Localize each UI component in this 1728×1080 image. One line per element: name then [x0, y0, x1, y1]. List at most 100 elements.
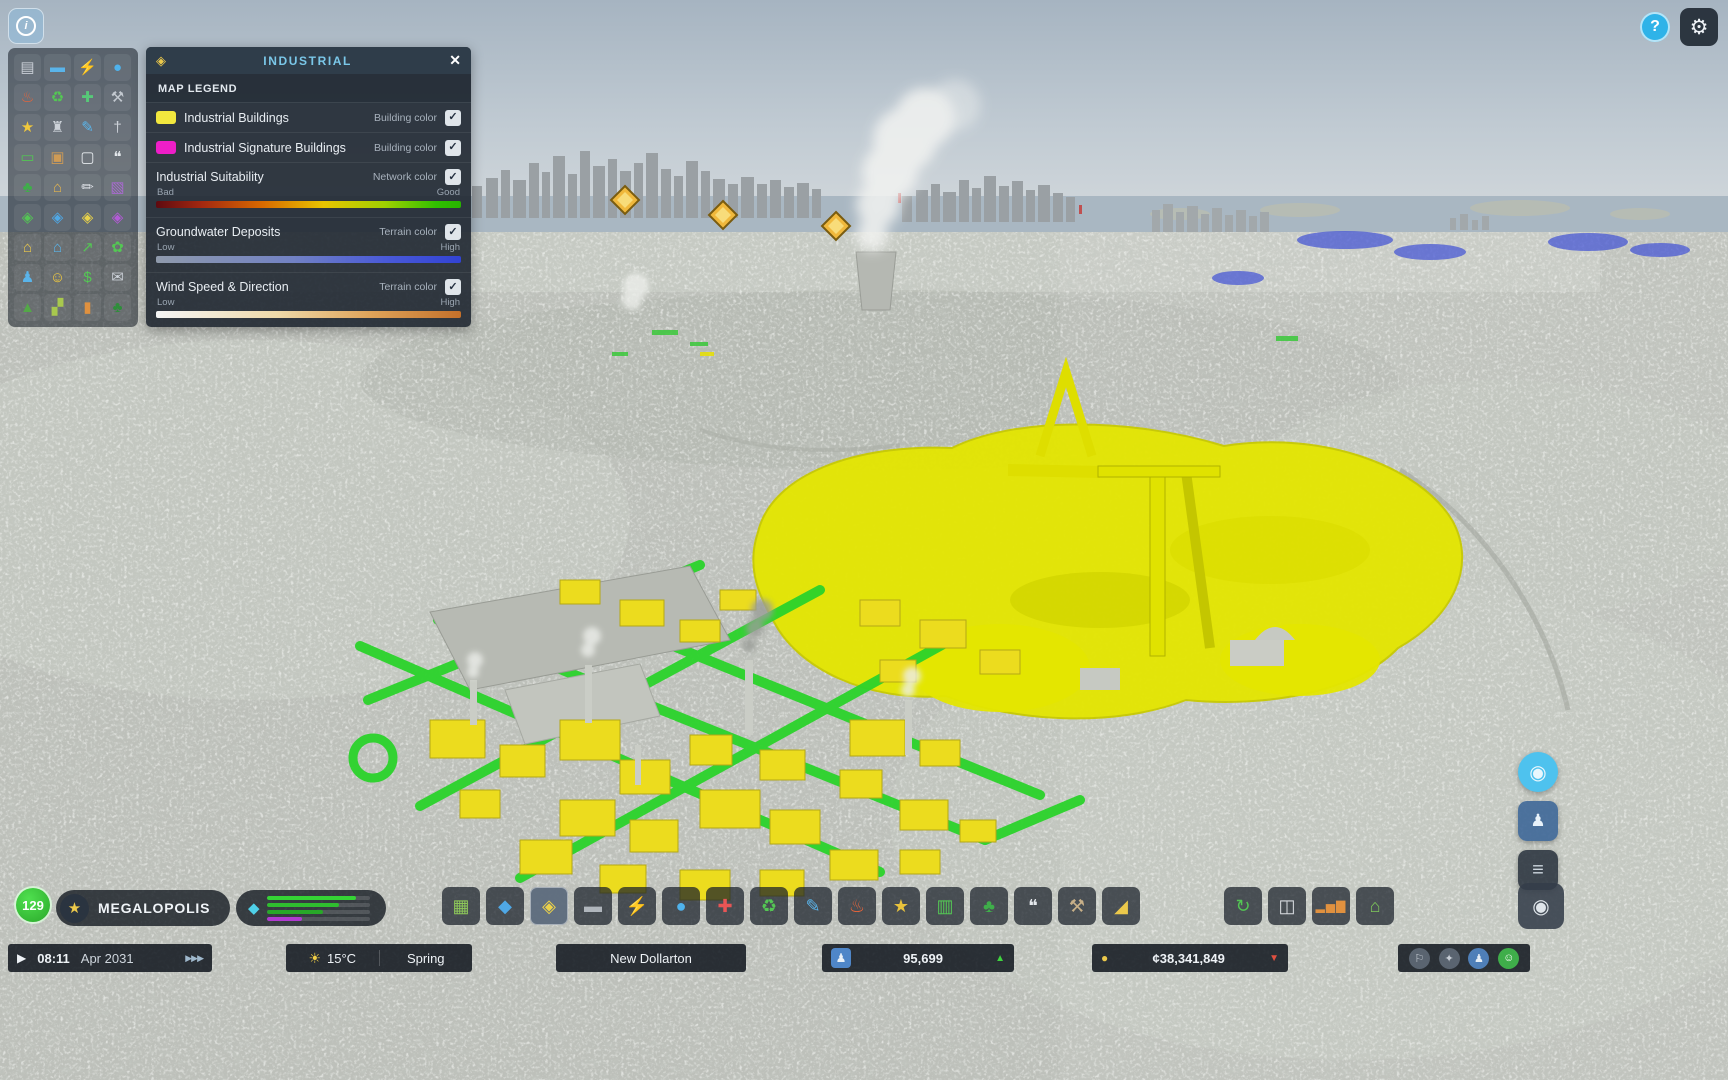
- infoview-rent[interactable]: ⌂: [44, 234, 71, 261]
- map-globe-button[interactable]: ◉: [1518, 752, 1558, 792]
- gradient-bar: [156, 201, 461, 208]
- infoview-electricity[interactable]: ⚡: [74, 54, 101, 81]
- info-button[interactable]: i: [8, 8, 44, 44]
- infoview-planning[interactable]: ✏: [74, 174, 101, 201]
- legend-checkbox[interactable]: ✓: [445, 110, 461, 126]
- panel-title: INDUSTRIAL: [166, 54, 449, 68]
- level-badge[interactable]: 129: [14, 886, 52, 924]
- infoview-heating[interactable]: ♨: [14, 84, 41, 111]
- legend-item-label: Wind Speed & Direction: [156, 280, 371, 294]
- legend-checkbox[interactable]: ✓: [445, 140, 461, 156]
- legend-checkbox[interactable]: ✓: [445, 169, 461, 185]
- progress-bars: [267, 896, 386, 921]
- speed-button[interactable]: ▶▶▶: [185, 953, 203, 964]
- infoview-forestry[interactable]: ♣: [14, 174, 41, 201]
- economy-button[interactable]: ↻: [1224, 887, 1262, 925]
- happiness-button[interactable]: ☺: [1498, 948, 1519, 969]
- infoview-residential-zones[interactable]: ◈: [14, 204, 41, 231]
- zones-tool[interactable]: ▦: [442, 887, 480, 925]
- city-info-button[interactable]: ⌂: [1356, 887, 1394, 925]
- infoview-water[interactable]: ●: [104, 54, 131, 81]
- population-segment[interactable]: ♟ 95,699 ▲: [822, 944, 1014, 972]
- infoview-forest[interactable]: ♣: [104, 294, 131, 321]
- infoview-economy[interactable]: ↗: [74, 234, 101, 261]
- transit-status-button[interactable]: ♟: [1468, 948, 1489, 969]
- notification-button-1[interactable]: ⚐: [1409, 948, 1430, 969]
- bulldozer-tool[interactable]: ◢: [1102, 887, 1140, 925]
- garbage-tool[interactable]: ♻: [750, 887, 788, 925]
- infoview-farmland[interactable]: ▞: [44, 294, 71, 321]
- trophy-icon: ★: [60, 894, 89, 923]
- scale-high-label: Good: [437, 187, 460, 198]
- statistics-button[interactable]: ▂▅▇: [1312, 887, 1350, 925]
- infoview-healthcare[interactable]: ✚: [74, 84, 101, 111]
- tool-icon: ✎: [805, 897, 820, 915]
- settings-button[interactable]: ⚙: [1680, 8, 1718, 46]
- water-sewage-tool[interactable]: ●: [662, 887, 700, 925]
- electricity-tool[interactable]: ⚡: [618, 887, 656, 925]
- infoview-office-zones[interactable]: ◈: [104, 204, 131, 231]
- infoview-market[interactable]: ⌂: [44, 174, 71, 201]
- infoview-post[interactable]: ▢: [74, 144, 101, 171]
- progress-bar: [267, 910, 370, 914]
- infoview-administration[interactable]: ♜: [44, 114, 71, 141]
- close-button[interactable]: ✕: [449, 52, 461, 69]
- level-number: 129: [22, 898, 44, 913]
- healthcare-tool[interactable]: ✚: [706, 887, 744, 925]
- photo-mode-button[interactable]: ◉: [1518, 883, 1564, 929]
- tool-icon: ⌂: [1370, 897, 1381, 915]
- fire-rescue-tool[interactable]: ♨: [838, 887, 876, 925]
- landscaping-tool[interactable]: ⚒: [1058, 887, 1096, 925]
- infoview-mail[interactable]: ✉: [104, 264, 131, 291]
- roads-tool[interactable]: ▬: [574, 887, 612, 925]
- city-name-segment[interactable]: New Dollarton: [556, 944, 746, 972]
- infoview-education[interactable]: ✎: [74, 114, 101, 141]
- legend-gradient-item: Industrial Suitability Network color ✓ B…: [146, 162, 471, 217]
- infoview-deathcare[interactable]: †: [104, 114, 131, 141]
- tool-icon: ✚: [717, 897, 732, 915]
- tool-icon: ⚡: [626, 897, 648, 915]
- clock: 08:11: [37, 951, 70, 966]
- education-tool[interactable]: ✎: [794, 887, 832, 925]
- progress-bar: [267, 896, 370, 900]
- map-tiles-button[interactable]: ◫: [1268, 887, 1306, 925]
- legend-checkbox[interactable]: ✓: [445, 224, 461, 240]
- infoview-culture[interactable]: ▧: [104, 174, 131, 201]
- money-segment[interactable]: ● ¢38,341,849 ▼: [1092, 944, 1288, 972]
- infoview-ore[interactable]: ▮: [74, 294, 101, 321]
- infoview-wealth[interactable]: $: [74, 264, 101, 291]
- game-viewport[interactable]: i ? ⚙ ▤ ▬ ⚡ ● ♨ ♻ ✚ ⚒ ★ ♜ ✎ †: [0, 0, 1728, 1080]
- infoview-terrain[interactable]: ▲: [14, 294, 41, 321]
- milestone-pill[interactable]: ★ MEGALOPOLIS: [56, 890, 230, 926]
- infoview-population[interactable]: ♟: [14, 264, 41, 291]
- check-icon: ✓: [448, 282, 457, 293]
- infoview-maintenance[interactable]: ⚒: [104, 84, 131, 111]
- infoview-police[interactable]: ★: [14, 114, 41, 141]
- progression-widget[interactable]: ◆: [236, 890, 386, 926]
- infoview-tourism[interactable]: ▣: [44, 144, 71, 171]
- infoview-happiness[interactable]: ☺: [44, 264, 71, 291]
- industrial-infoview-button[interactable]: ◈: [530, 887, 568, 925]
- help-button[interactable]: ?: [1640, 12, 1670, 42]
- police-tool[interactable]: ★: [882, 887, 920, 925]
- scale-low-label: Low: [157, 297, 174, 308]
- citizen-button[interactable]: ♟: [1518, 801, 1558, 841]
- notification-button-2[interactable]: ✦: [1439, 948, 1460, 969]
- infoview-land-value[interactable]: ⌂: [14, 234, 41, 261]
- infoview-progression[interactable]: ▤: [14, 54, 41, 81]
- infoview-garbage[interactable]: ♻: [44, 84, 71, 111]
- infoview-commercial-zones[interactable]: ◈: [44, 204, 71, 231]
- infoview-industrial-zones[interactable]: ◈: [74, 204, 101, 231]
- legend-checkbox[interactable]: ✓: [445, 279, 461, 295]
- infoview-transit[interactable]: ▭: [14, 144, 41, 171]
- communications-tool[interactable]: ❝: [1014, 887, 1052, 925]
- infoview-communications[interactable]: ❝: [104, 144, 131, 171]
- transportation-tool[interactable]: ▥: [926, 887, 964, 925]
- infoview-signs[interactable]: ▬: [44, 54, 71, 81]
- map-legend-heading: MAP LEGEND: [146, 74, 471, 102]
- play-button[interactable]: ▶: [17, 951, 26, 965]
- infoviews-button[interactable]: ◆: [486, 887, 524, 925]
- infoview-agriculture[interactable]: ✿: [104, 234, 131, 261]
- main-toolbar: ▦ ◆ ◈ ▬ ⚡ ● ✚: [442, 887, 1140, 925]
- parks-recreation-tool[interactable]: ♣: [970, 887, 1008, 925]
